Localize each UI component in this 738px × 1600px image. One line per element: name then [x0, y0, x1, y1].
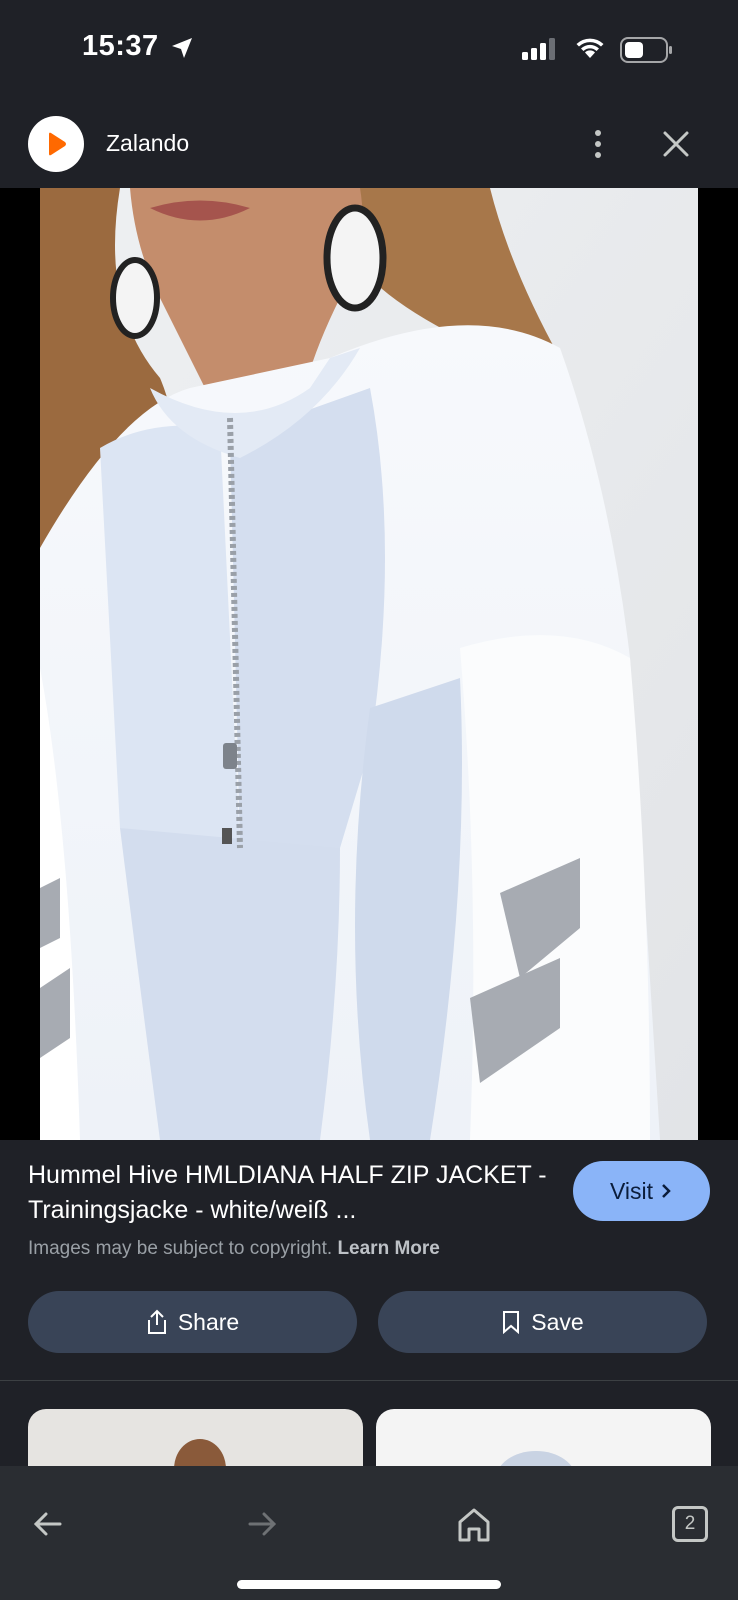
share-icon	[147, 1309, 166, 1334]
save-button[interactable]: Save	[378, 1291, 707, 1353]
product-title[interactable]: Hummel Hive HMLDIANA HALF ZIP JACKET - T…	[28, 1158, 548, 1228]
tabs-count-icon: 2	[672, 1506, 708, 1542]
browser-toolbar: 2	[0, 1466, 738, 1600]
tabs-button[interactable]: 2	[668, 1502, 712, 1546]
visit-button-label: Visit	[609, 1177, 654, 1204]
chevron-right-icon	[662, 1184, 671, 1198]
related-image-thumbnail[interactable]	[376, 1409, 711, 1466]
product-image[interactable]	[40, 188, 698, 1140]
visit-button[interactable]: Visit	[573, 1161, 710, 1221]
home-indicator	[237, 1580, 501, 1589]
location-arrow-icon	[172, 38, 192, 58]
related-image-thumbnail[interactable]	[28, 1409, 363, 1466]
home-icon[interactable]	[452, 1502, 496, 1546]
cellular-signal-icon	[522, 38, 555, 60]
source-header: Zalando	[0, 100, 738, 188]
copyright-text: Images may be subject to copyright.	[28, 1238, 333, 1259]
image-viewer	[0, 188, 738, 1140]
tabs-count: 2	[684, 1513, 696, 1534]
learn-more-link[interactable]: Learn More	[337, 1238, 439, 1259]
save-button-label: Save	[531, 1308, 584, 1335]
related-images	[0, 1409, 738, 1466]
divider	[0, 1380, 738, 1381]
site-name[interactable]: Zalando	[106, 130, 189, 157]
wifi-icon	[576, 38, 604, 58]
close-icon[interactable]	[656, 124, 696, 164]
more-vertical-icon[interactable]	[578, 124, 618, 164]
battery-icon	[620, 37, 672, 63]
forward-arrow-icon[interactable]	[240, 1502, 284, 1546]
share-button[interactable]: Share	[28, 1291, 357, 1353]
image-info-panel: Hummel Hive HMLDIANA HALF ZIP JACKET - T…	[0, 1140, 738, 1380]
back-arrow-icon[interactable]	[26, 1502, 70, 1546]
status-bar: 15:37	[0, 0, 738, 100]
status-time: 15:37	[82, 30, 159, 62]
bookmark-icon	[503, 1311, 520, 1334]
copyright-notice: Images may be subject to copyright. Lear…	[28, 1238, 440, 1260]
share-button-label: Share	[177, 1308, 240, 1335]
zalando-logo-icon	[28, 116, 84, 172]
